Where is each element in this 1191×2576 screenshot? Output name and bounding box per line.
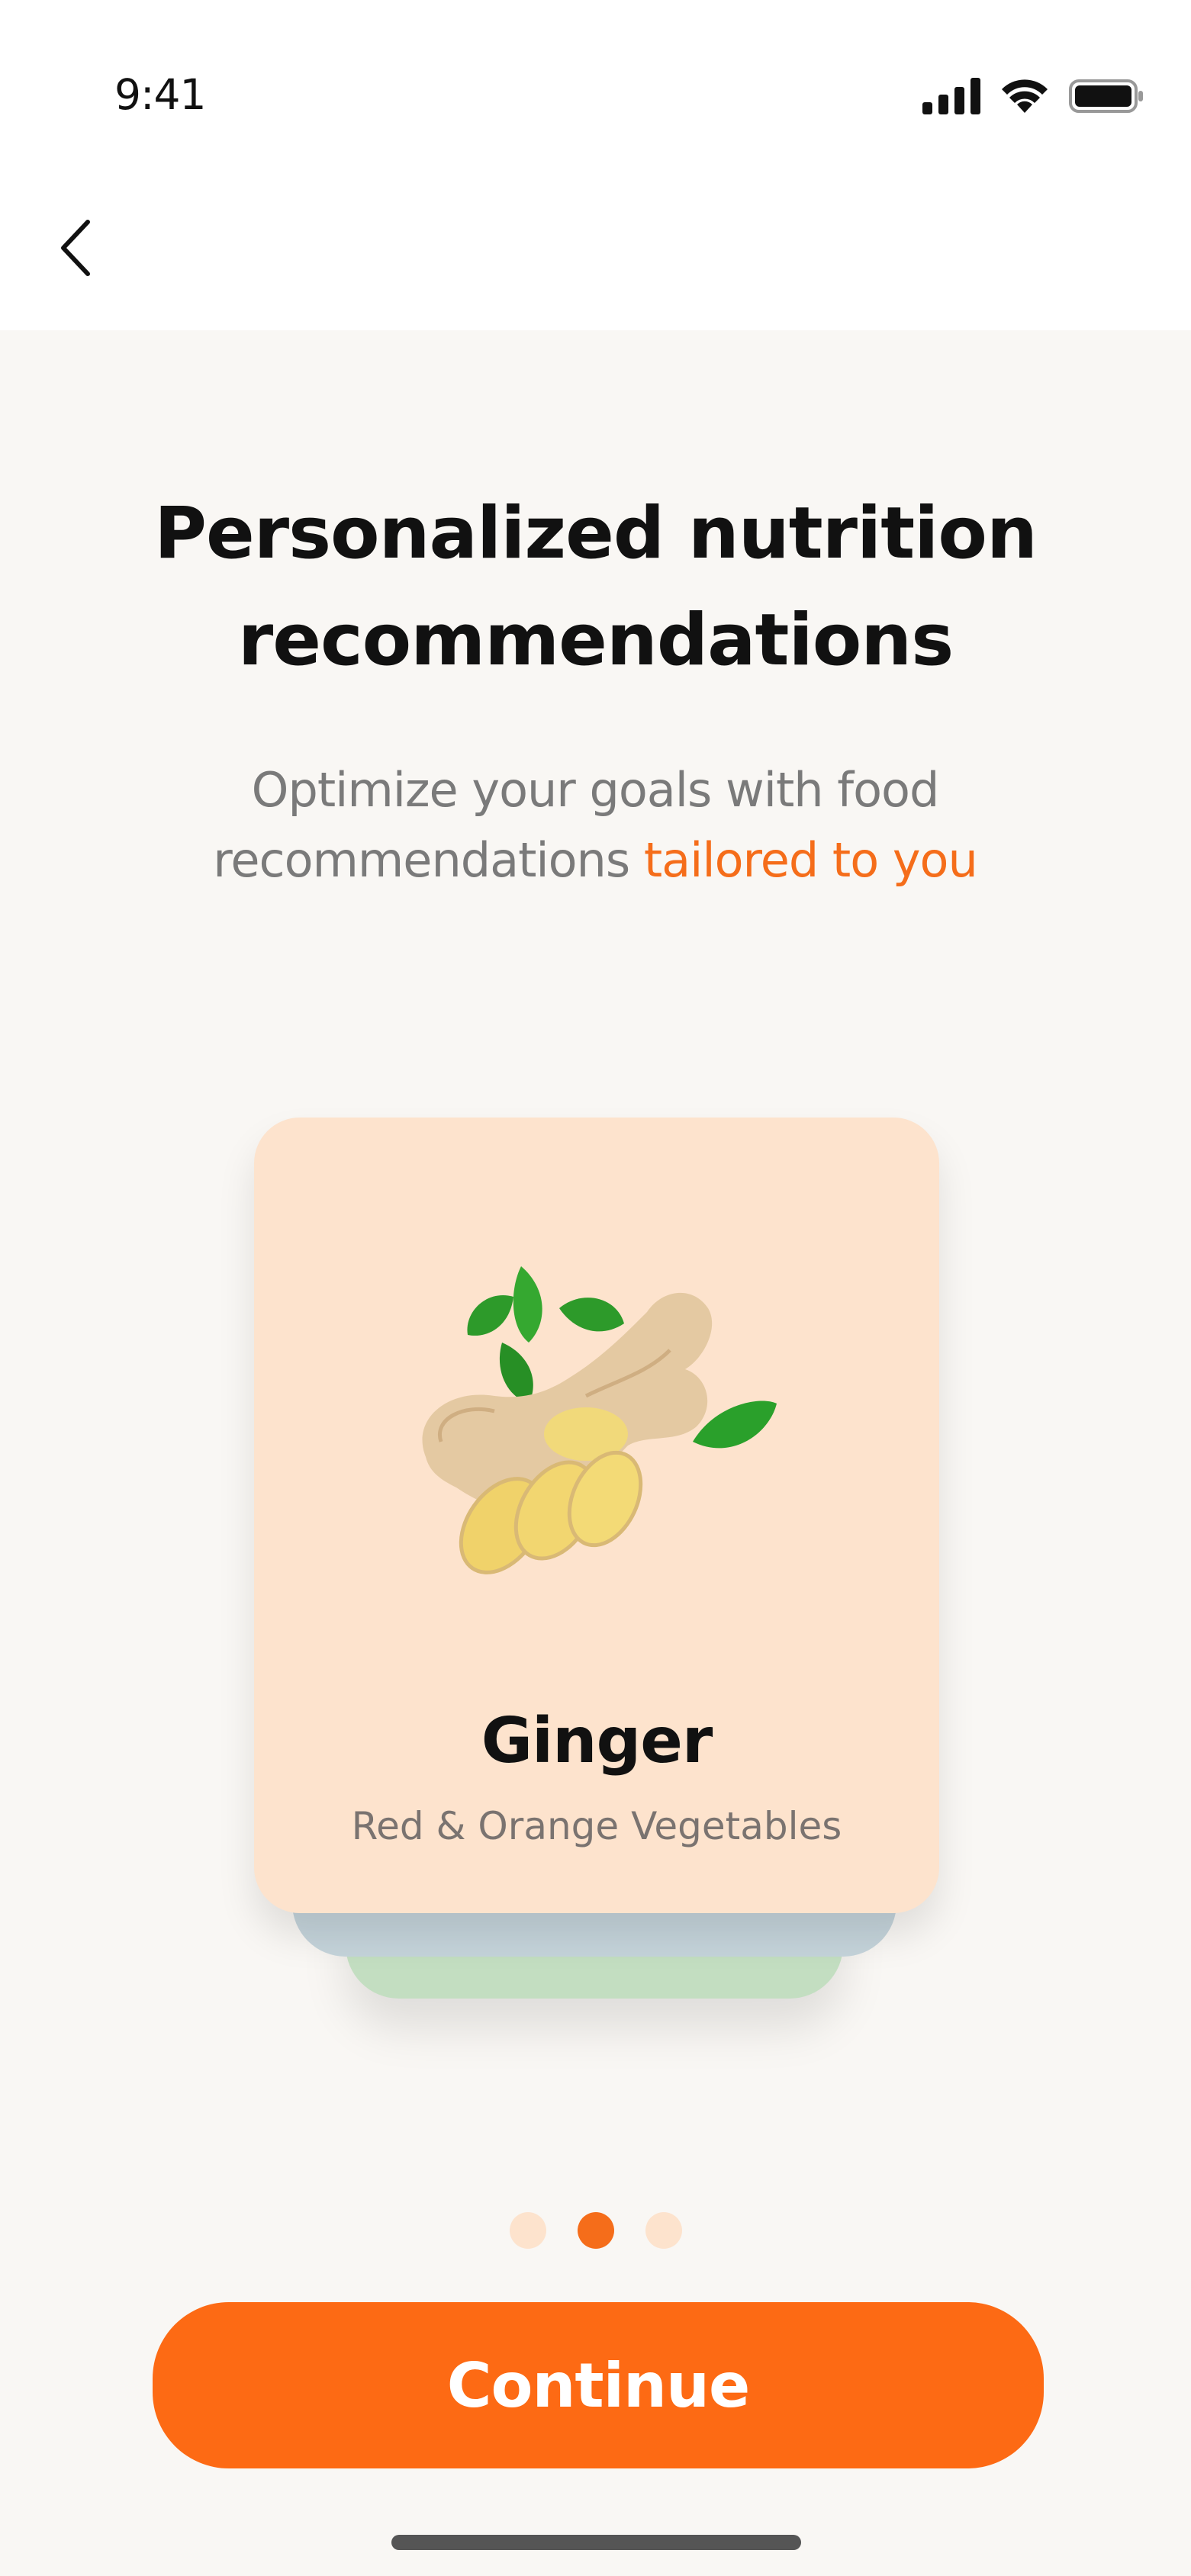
home-indicator: [391, 2535, 801, 2550]
pagination-dot-1[interactable]: [510, 2212, 546, 2249]
wifi-icon: [1002, 79, 1048, 113]
pagination-dot-3[interactable]: [645, 2212, 682, 2249]
subtitle-line-2: recommendations tailored to you: [175, 825, 1015, 896]
subtitle-accent: tailored to you: [643, 832, 978, 888]
ginger-image: [422, 1266, 777, 1574]
pagination-dot-2-active[interactable]: [578, 2212, 614, 2249]
title-line-1: Personalized nutrition: [154, 492, 1038, 575]
page-title: Personalized nutrition recommendations: [0, 481, 1191, 694]
pagination-dots: [510, 2212, 682, 2249]
subtitle-line-1: Optimize your goals with food: [251, 762, 940, 818]
status-bar: 9:41: [0, 0, 1191, 191]
food-card[interactable]: Ginger Red & Orange Vegetables: [254, 1118, 939, 1913]
chevron-left-icon: [61, 220, 90, 276]
page-subtitle: Optimize your goals with food recommenda…: [175, 755, 1015, 896]
status-time: 9:41: [114, 70, 207, 119]
title-line-2: recommendations: [237, 599, 954, 682]
subtitle-prefix: recommendations: [213, 832, 644, 888]
food-name: Ginger: [481, 1705, 713, 1777]
cellular-signal-icon: [922, 78, 980, 114]
food-card-stack: Ginger Red & Orange Vegetables: [254, 1118, 939, 1999]
battery-icon: [1069, 79, 1143, 113]
back-button[interactable]: [46, 214, 107, 282]
food-category: Red & Orange Vegetables: [351, 1804, 842, 1848]
continue-button[interactable]: Continue: [153, 2302, 1044, 2468]
nav-bar: [0, 191, 1191, 330]
status-icons: [922, 78, 1145, 114]
